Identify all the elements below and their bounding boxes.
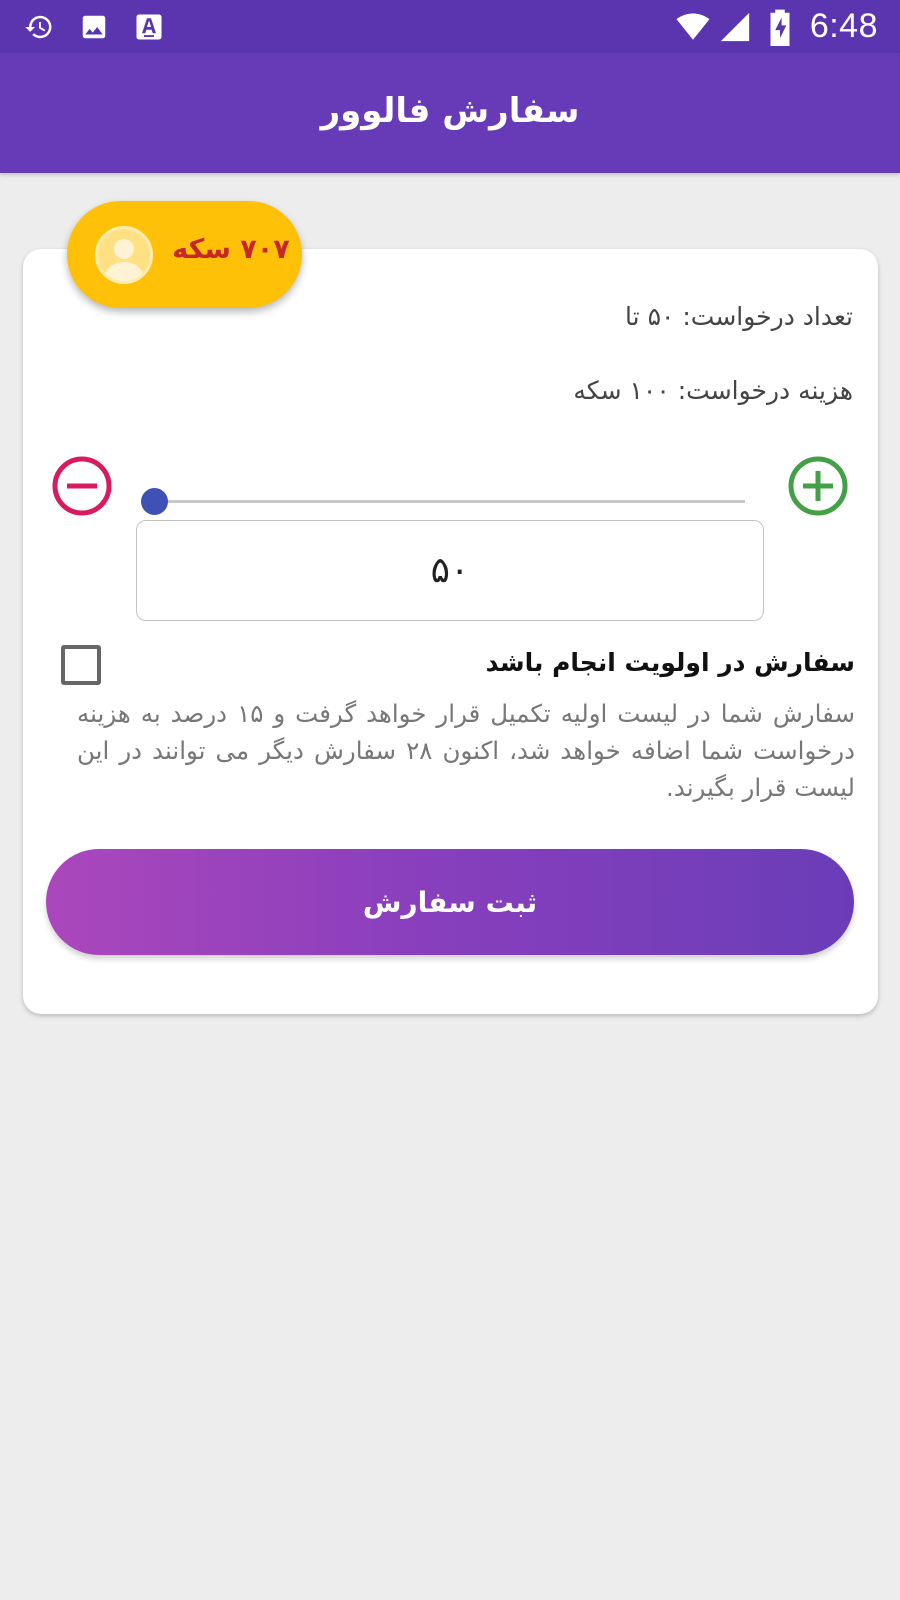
- submit-order-button[interactable]: ثبت سفارش: [46, 849, 854, 955]
- priority-checkbox[interactable]: [61, 645, 101, 685]
- history-icon: [25, 15, 52, 39]
- coin-badge[interactable]: ۷۰۷ سکه: [67, 201, 302, 308]
- quantity-slider-thumb[interactable]: [141, 488, 168, 515]
- wifi-icon: [676, 13, 710, 40]
- decrease-button[interactable]: [51, 455, 113, 517]
- request-count-text: تعداد درخواست: ۵۰ تا: [625, 302, 853, 331]
- minus-circle-icon: [52, 456, 112, 516]
- quantity-slider-track[interactable]: [155, 500, 745, 503]
- keyboard-a-icon: [136, 14, 162, 40]
- submit-order-label: ثبت سفارش: [362, 885, 538, 919]
- app-bar: سفارش فالوور: [0, 53, 900, 173]
- priority-description: سفارش شما در لیست اولیه تکمیل قرار خواهد…: [77, 699, 855, 802]
- battery-charging-icon: [770, 9, 790, 46]
- priority-label: سفارش در اولویت انجام باشد: [485, 648, 855, 677]
- quantity-input[interactable]: [136, 520, 764, 621]
- page-title: سفارش فالوور: [320, 91, 580, 131]
- status-bar: 6:48: [0, 0, 900, 53]
- image-icon: [82, 15, 106, 39]
- status-time: 6:48: [809, 7, 878, 45]
- coin-balance: ۷۰۷ سکه: [172, 234, 290, 265]
- signal-icon: [720, 12, 750, 42]
- plus-circle-icon: [788, 456, 848, 516]
- increase-button[interactable]: [787, 455, 849, 517]
- request-cost-text: هزینه درخواست: ۱۰۰ سکه: [573, 376, 853, 405]
- user-avatar-icon: [95, 226, 153, 284]
